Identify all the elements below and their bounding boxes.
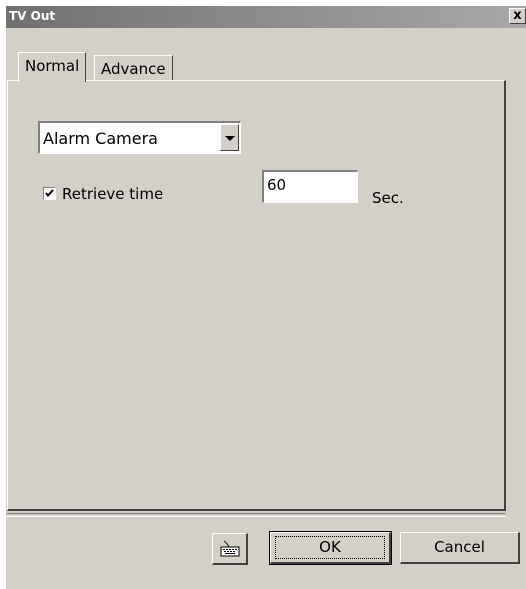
cancel-button[interactable]: Cancel xyxy=(400,532,520,564)
window-title: TV Out xyxy=(9,9,56,23)
keyboard-icon xyxy=(220,540,239,557)
separator xyxy=(6,513,506,517)
tab-advance-label: Advance xyxy=(101,60,166,78)
close-button[interactable]: x xyxy=(509,8,526,24)
tab-normal-label: Normal xyxy=(25,57,80,75)
keyboard-button[interactable] xyxy=(212,533,248,565)
focus-ring xyxy=(275,536,385,559)
tab-normal[interactable]: Normal xyxy=(18,52,87,82)
cancel-label: Cancel xyxy=(434,538,485,556)
title-bar[interactable]: TV Out x xyxy=(6,6,526,28)
tab-panel-normal xyxy=(7,80,506,511)
ok-button[interactable]: OK xyxy=(269,531,392,565)
tab-advance[interactable]: Advance xyxy=(94,55,173,80)
close-icon: x xyxy=(513,8,522,23)
